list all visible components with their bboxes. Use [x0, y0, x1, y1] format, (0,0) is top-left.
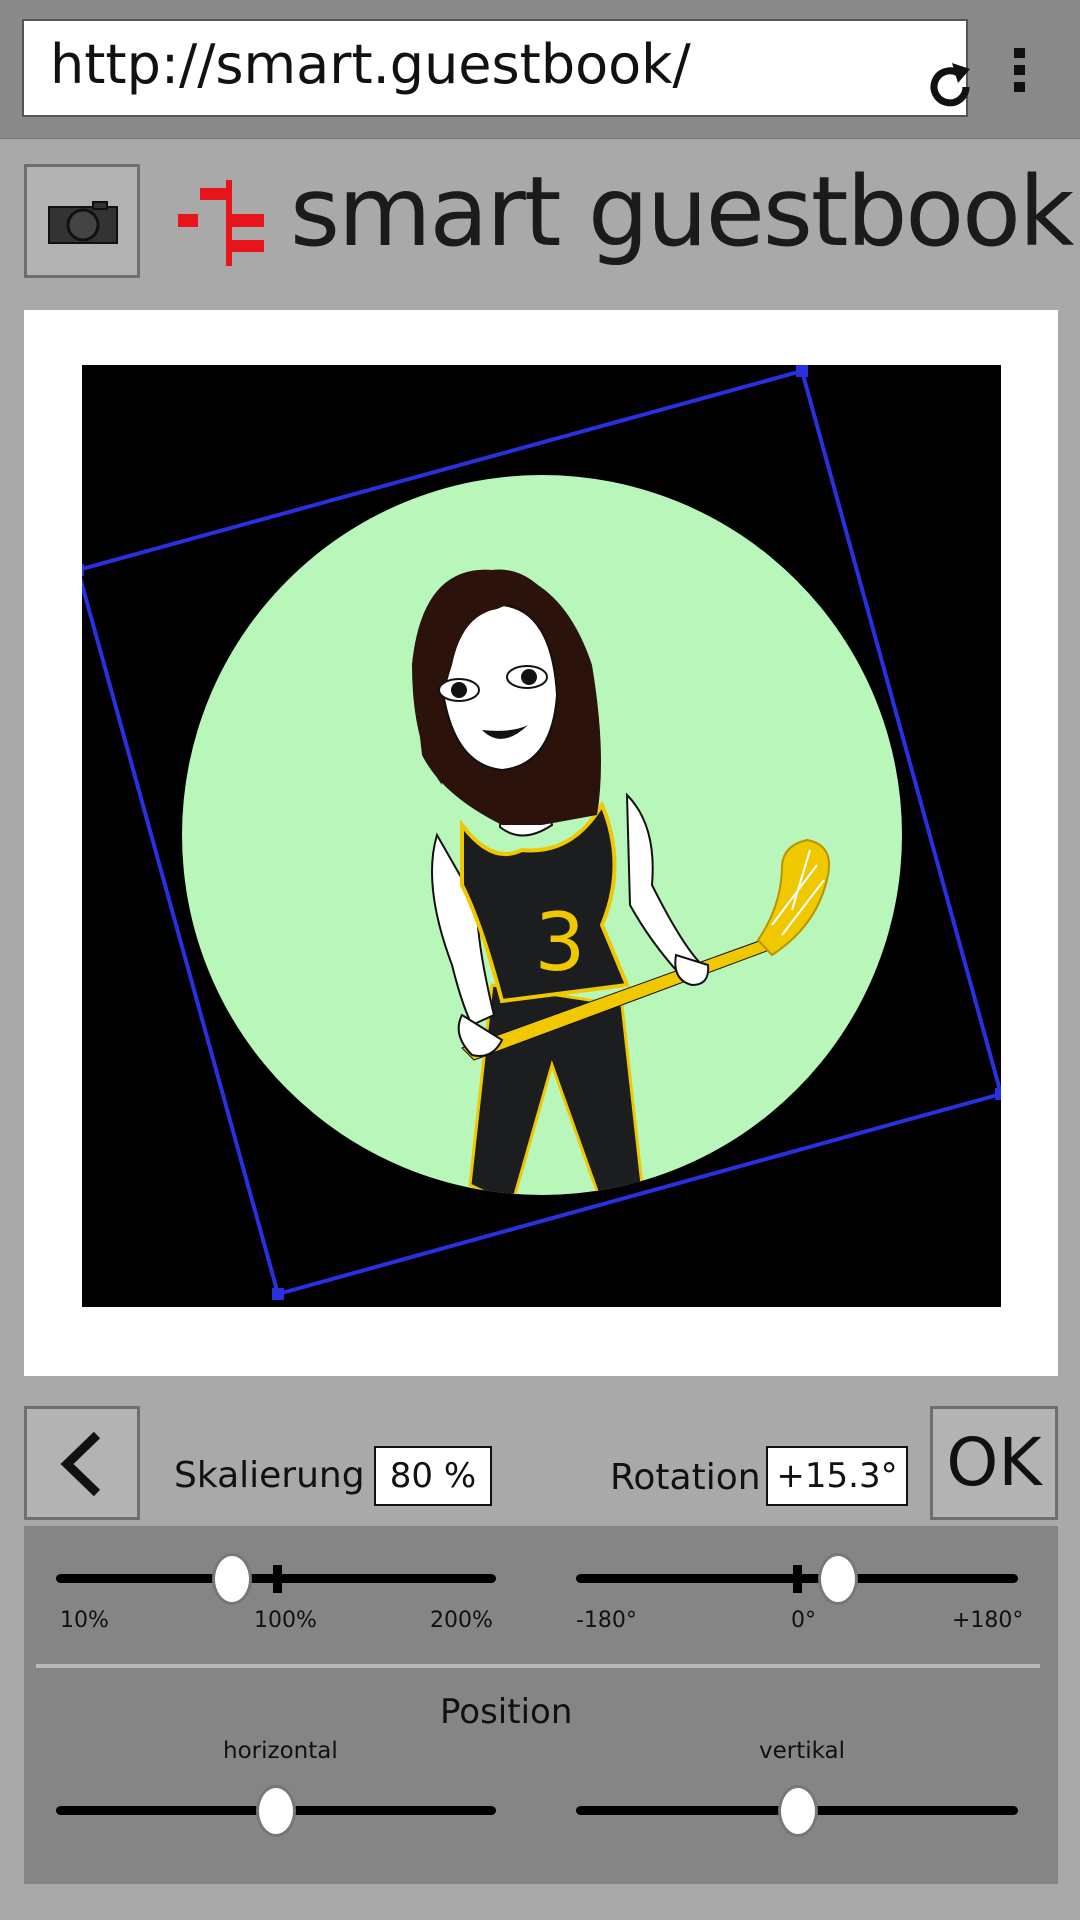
scaling-value-field[interactable]: 80 % [374, 1446, 492, 1506]
horizontal-position-slider-thumb[interactable] [256, 1785, 296, 1837]
scaling-label: Skalierung [174, 1455, 365, 1496]
crop-handle[interactable] [796, 365, 808, 377]
chevron-left-icon [60, 1431, 101, 1497]
ok-button[interactable]: OK [930, 1406, 1058, 1520]
position-title: Position [440, 1692, 573, 1732]
scaling-mid-label: 100% [254, 1608, 317, 1633]
url-text[interactable]: http://smart.guestbook/ [50, 33, 691, 96]
kebab-menu-icon[interactable] [1010, 48, 1030, 92]
horizontal-label: horizontal [223, 1738, 338, 1764]
crop-handle[interactable] [82, 564, 84, 576]
rotation-min-label: -180° [576, 1608, 637, 1633]
rotation-value-field[interactable]: +15.3° [766, 1446, 908, 1506]
crop-handle[interactable] [995, 1088, 1001, 1100]
logo-icon [178, 180, 264, 266]
jersey-number: 3 [535, 896, 586, 989]
divider [36, 1664, 1040, 1668]
camera-button[interactable] [24, 164, 140, 278]
photo-editor-area[interactable]: 3 [82, 365, 1001, 1307]
vertical-position-slider-thumb[interactable] [778, 1785, 818, 1837]
rotation-slider-thumb[interactable] [818, 1553, 858, 1605]
crop-handle[interactable] [272, 1288, 284, 1300]
scaling-max-label: 200% [430, 1608, 493, 1633]
back-button[interactable] [24, 1406, 140, 1520]
scaling-slider-default-tick [273, 1565, 282, 1593]
scaling-min-label: 10% [60, 1608, 109, 1633]
rotation-slider-zero-tick [793, 1565, 802, 1593]
rotation-mid-label: 0° [791, 1608, 816, 1633]
vertical-label: vertikal [759, 1738, 846, 1764]
photo-image: 3 [82, 365, 1001, 1300]
scaling-slider-thumb[interactable] [212, 1553, 252, 1605]
rotation-max-label: +180° [952, 1608, 1024, 1633]
rotation-label: Rotation [610, 1457, 761, 1498]
camera-icon [48, 201, 118, 244]
app-title: smart guestbook [290, 156, 1074, 268]
reload-icon[interactable] [922, 59, 978, 115]
url-bar[interactable]: http://smart.guestbook/ [22, 19, 970, 117]
